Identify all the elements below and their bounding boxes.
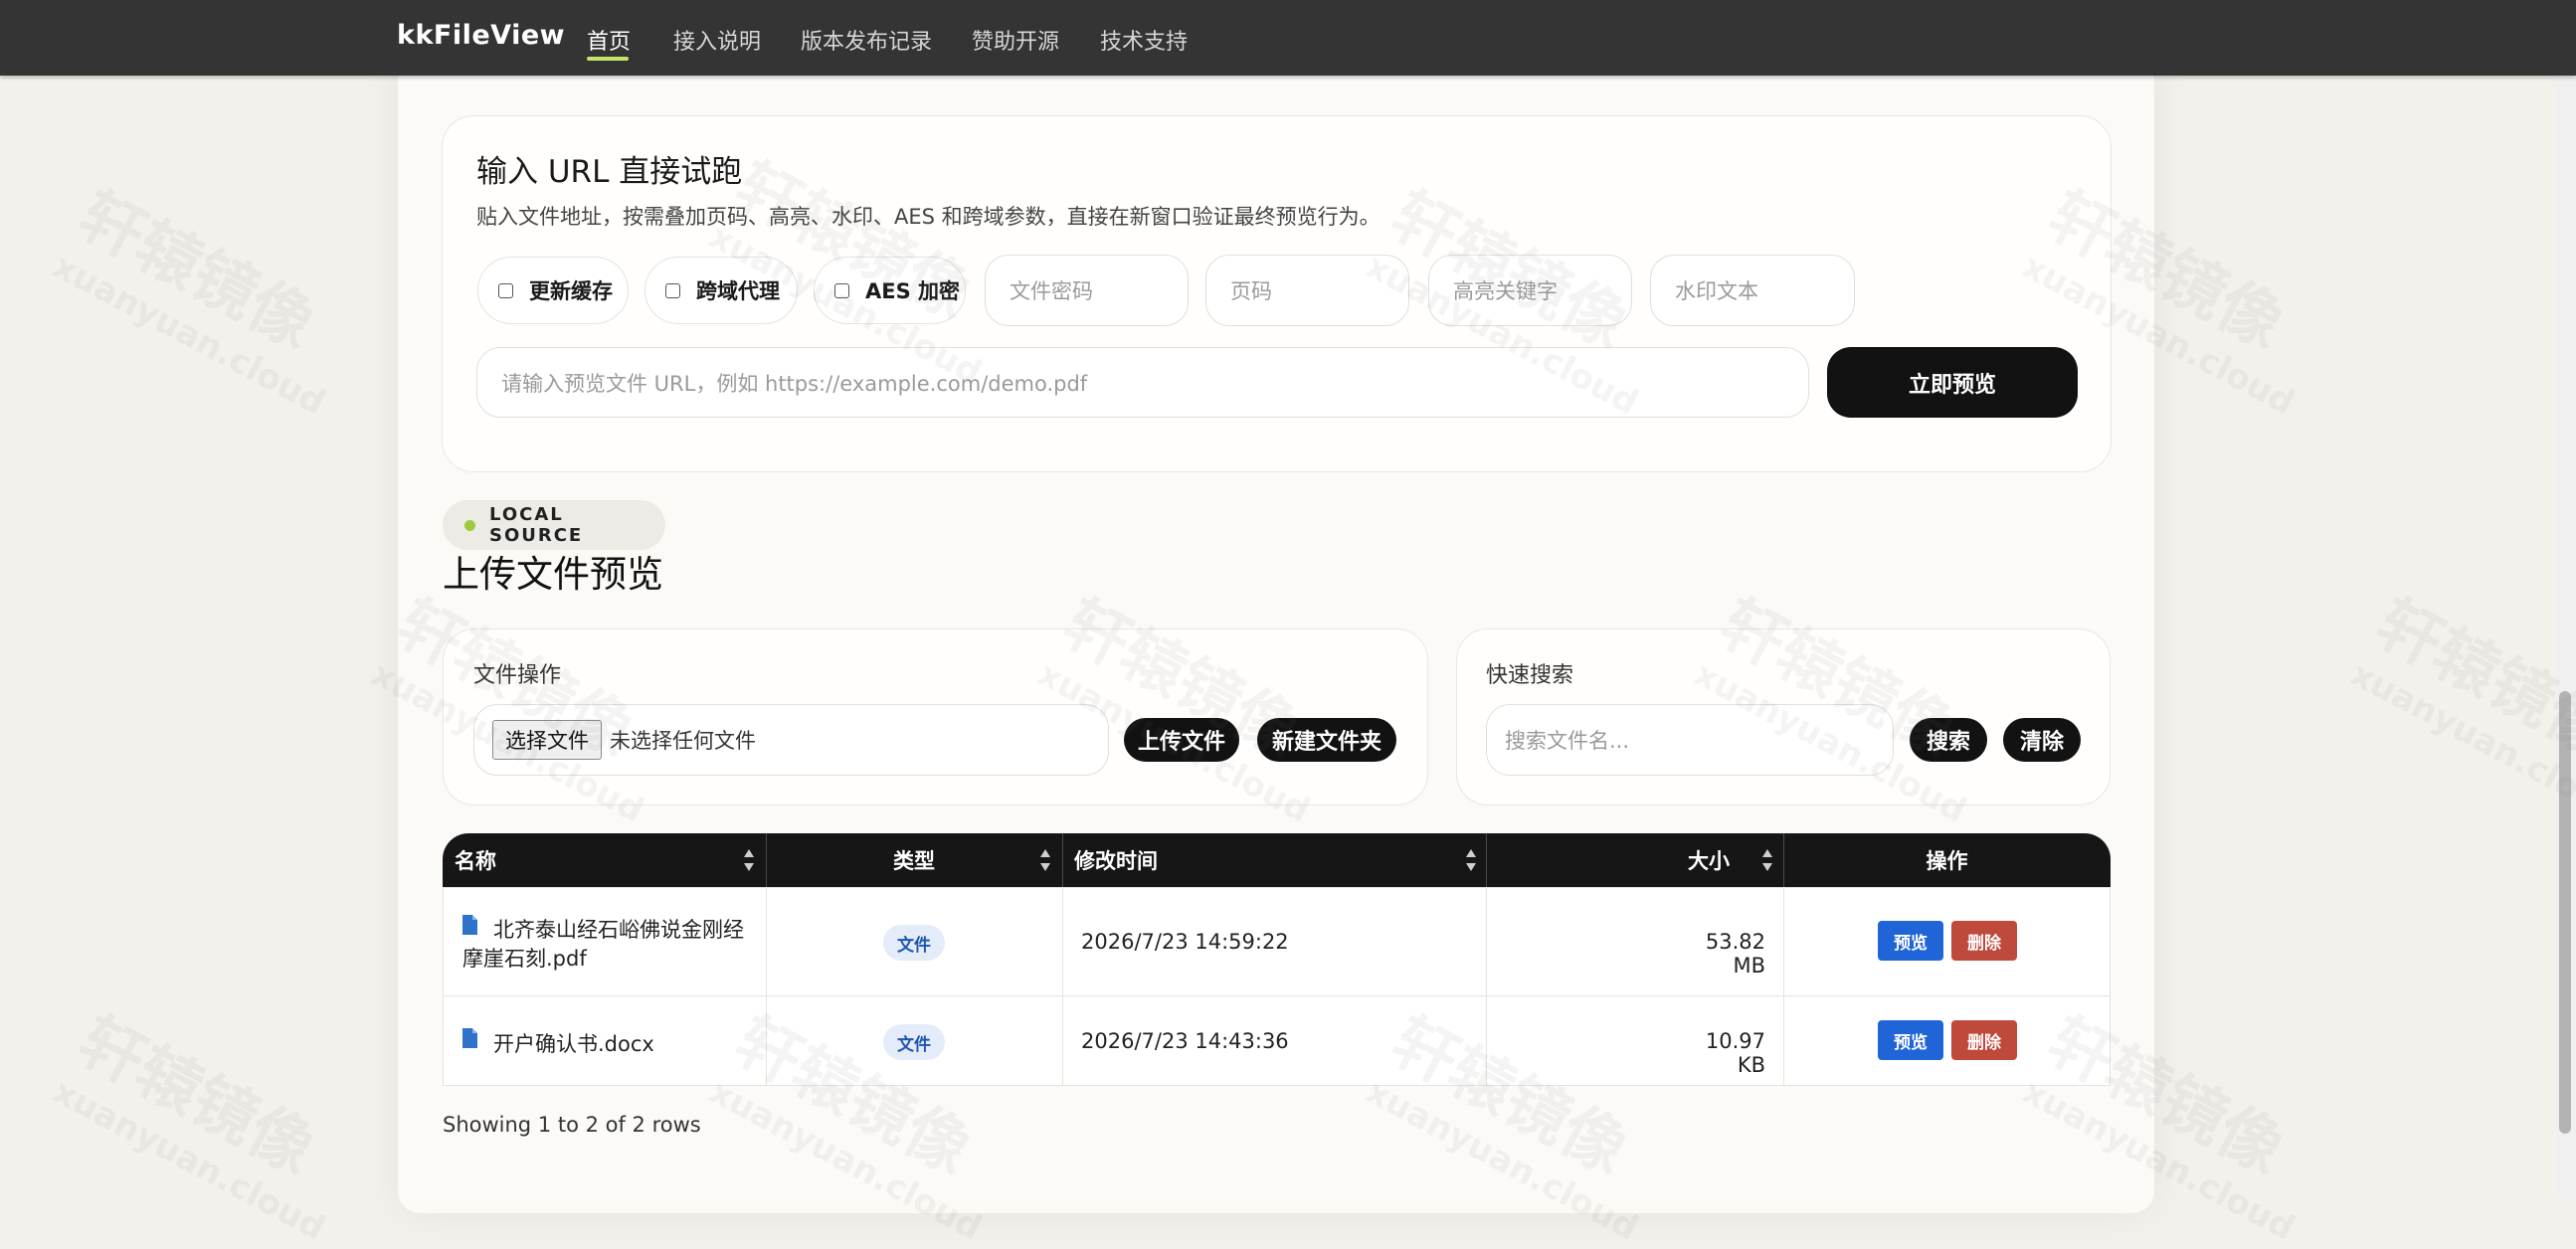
- sort-icon[interactable]: [743, 849, 755, 871]
- delete-button[interactable]: 删除: [1951, 1020, 2017, 1060]
- column-divider: [1062, 888, 1063, 1085]
- th-size-label: 大小: [1688, 849, 1730, 873]
- highlight-keyword-input[interactable]: 高亮关键字: [1428, 255, 1632, 326]
- clear-button[interactable]: 清除: [2003, 718, 2081, 762]
- checkbox-label: AES 加密: [865, 279, 961, 303]
- th-name-label: 名称: [455, 849, 496, 873]
- quick-search-label: 快速搜索: [1486, 663, 1574, 688]
- file-password-input[interactable]: 文件密码: [985, 255, 1189, 326]
- preview-now-button[interactable]: 立即预览: [1827, 347, 2078, 418]
- modified-time: 2026/7/23 14:59:22: [1081, 930, 1289, 954]
- pagination-info: Showing 1 to 2 of 2 rows: [443, 1113, 701, 1137]
- scrollbar-thumb[interactable]: [2559, 691, 2571, 1134]
- brand-logo[interactable]: kkFileView: [397, 20, 565, 51]
- column-divider: [1486, 888, 1487, 1085]
- row-divider: [444, 995, 2110, 996]
- checkbox-refresh-cache[interactable]: 更新缓存: [477, 257, 629, 324]
- file-ops-label: 文件操作: [473, 663, 562, 688]
- type-tag: 文件: [883, 1024, 945, 1060]
- file-icon: [462, 1028, 477, 1048]
- delete-button[interactable]: 删除: [1951, 921, 2017, 961]
- no-file-chosen-text: 未选择任何文件: [610, 729, 756, 753]
- checkbox-square[interactable]: [498, 282, 513, 298]
- upload-file-button[interactable]: 上传文件: [1124, 718, 1239, 762]
- checkbox-label: 更新缓存: [529, 279, 613, 303]
- nav-home[interactable]: 首页: [587, 24, 631, 56]
- file-table-header: 名称 类型 修改时间 大小 操作: [443, 833, 2111, 887]
- status-dot: [464, 519, 475, 531]
- new-folder-button[interactable]: 新建文件夹: [1257, 718, 1396, 762]
- file-size: 10.97 KB: [1705, 1029, 1765, 1077]
- th-type-label: 类型: [893, 849, 935, 873]
- checkbox-square[interactable]: [665, 282, 680, 298]
- checkbox-square[interactable]: [834, 282, 849, 298]
- file-name-line1[interactable]: 开户确认书.docx: [493, 1028, 654, 1058]
- preview-button[interactable]: 预览: [1878, 1020, 1943, 1060]
- file-picker[interactable]: 选择文件 未选择任何文件: [473, 704, 1109, 776]
- checkbox-aes-encrypt[interactable]: AES 加密: [814, 257, 966, 324]
- preview-button[interactable]: 预览: [1878, 921, 1943, 961]
- th-name[interactable]: 名称: [455, 833, 753, 887]
- watermark-text-input[interactable]: 水印文本: [1650, 255, 1855, 326]
- nav-integration-guide[interactable]: 接入说明: [673, 24, 761, 56]
- url-panel-title: 输入 URL 直接试跑: [476, 154, 743, 190]
- top-navbar: kkFileView 首页 接入说明 版本发布记录 赞助开源 技术支持: [0, 0, 2576, 76]
- th-actions-label: 操作: [1926, 849, 1968, 873]
- checkbox-label: 跨域代理: [696, 279, 780, 303]
- nav-sponsor[interactable]: 赞助开源: [972, 24, 1059, 56]
- preview-url-input[interactable]: 请输入预览文件 URL，例如 https://example.com/demo.…: [476, 347, 1809, 418]
- sort-icon[interactable]: [1039, 849, 1051, 871]
- nav-active-indicator: [587, 57, 629, 61]
- column-divider: [1783, 888, 1784, 1085]
- url-panel-description: 贴入文件地址，按需叠加页码、高亮、水印、AES 和跨域参数，直接在新窗口验证最终…: [476, 205, 1380, 229]
- header-divider: [1062, 833, 1063, 887]
- search-filename-input[interactable]: 搜索文件名...: [1486, 704, 1894, 776]
- file-icon: [462, 915, 477, 935]
- file-name-line1[interactable]: 北齐泰山经石峪佛说金刚经: [493, 914, 744, 944]
- th-size[interactable]: 大小: [1486, 833, 1757, 887]
- th-actions: 操作: [1783, 833, 2111, 887]
- th-type[interactable]: 类型: [766, 833, 1062, 887]
- th-modified[interactable]: 修改时间: [1074, 833, 1472, 887]
- file-name-line2[interactable]: 摩崖石刻.pdf: [462, 943, 587, 973]
- watermark: 轩辕镜像xuanyuan.cloud: [2343, 586, 2576, 831]
- type-tag: 文件: [883, 925, 945, 961]
- badge-label: LOCAL SOURCE: [488, 504, 584, 546]
- column-divider: [766, 888, 767, 1085]
- search-button[interactable]: 搜索: [1910, 718, 1987, 762]
- page-number-input[interactable]: 页码: [1205, 255, 1409, 326]
- sort-icon[interactable]: [1761, 849, 1773, 871]
- file-size: 53.82 MB: [1705, 930, 1765, 978]
- nav-support[interactable]: 技术支持: [1100, 24, 1188, 56]
- modified-time: 2026/7/23 14:43:36: [1081, 1029, 1289, 1053]
- upload-preview-title: 上传文件预览: [443, 553, 663, 596]
- choose-file-button[interactable]: 选择文件: [492, 720, 602, 760]
- nav-release-notes[interactable]: 版本发布记录: [801, 24, 932, 56]
- watermark: 轩辕镜像xuanyuan.cloud: [46, 1003, 332, 1249]
- watermark: 轩辕镜像xuanyuan.cloud: [46, 178, 332, 424]
- local-source-badge: LOCAL SOURCE: [443, 500, 665, 550]
- th-modified-label: 修改时间: [1074, 849, 1158, 873]
- checkbox-cross-domain-proxy[interactable]: 跨域代理: [644, 257, 798, 324]
- sort-icon[interactable]: [1465, 849, 1477, 871]
